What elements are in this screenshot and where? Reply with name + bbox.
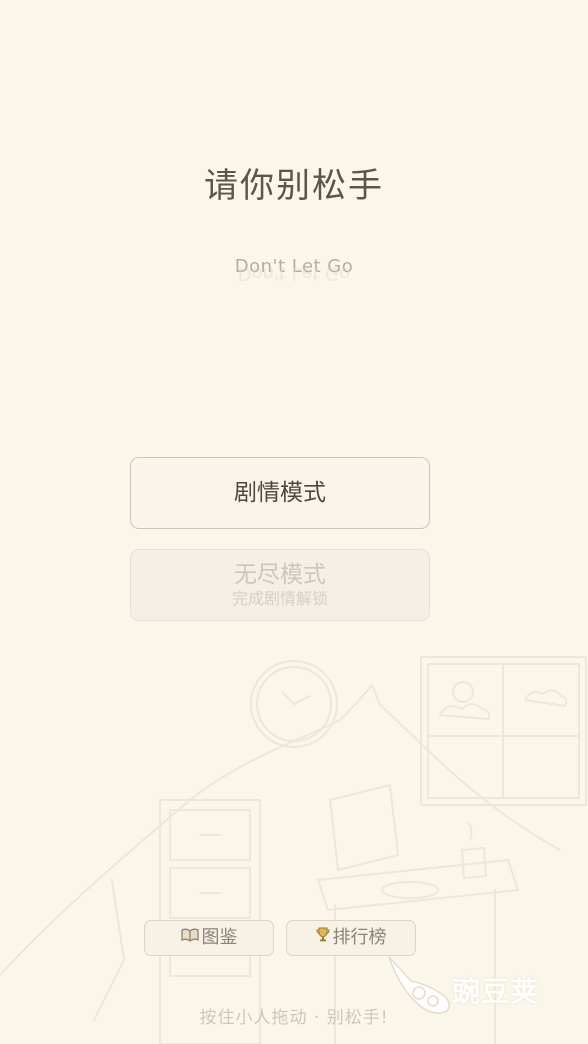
book-icon xyxy=(180,920,199,953)
subtitle-reflection: Don't Let Go xyxy=(237,268,351,284)
endless-mode-button[interactable]: 无尽模式 完成剧情解锁 xyxy=(130,549,430,621)
endless-mode-label: 无尽模式 xyxy=(234,562,326,588)
leaderboard-label: 排行榜 xyxy=(332,927,387,948)
leaderboard-button[interactable]: 排行榜 xyxy=(286,920,416,956)
story-mode-button[interactable]: 剧情模式 xyxy=(130,457,430,529)
catalog-label: 图鉴 xyxy=(201,927,238,948)
game-title: 请你别松手 xyxy=(204,166,384,206)
watermark-text: 豌豆荚 xyxy=(452,975,540,1008)
endless-mode-locked-hint: 完成剧情解锁 xyxy=(231,589,328,608)
trophy-icon xyxy=(315,920,330,953)
catalog-button[interactable]: 图鉴 xyxy=(144,920,274,956)
story-mode-label: 剧情模式 xyxy=(234,480,326,506)
main-menu-screen: 请你别松手 Don't Let Go Don't Let Go 剧情模式 无尽模… xyxy=(0,0,588,1044)
